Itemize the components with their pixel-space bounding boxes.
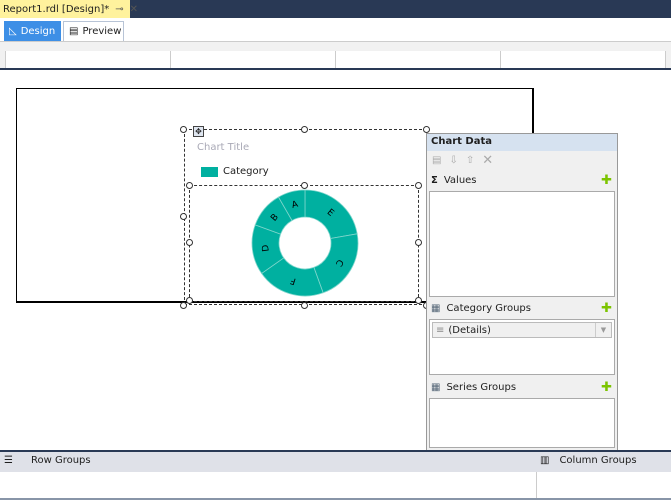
move-handle-icon[interactable]: ✥	[193, 126, 204, 137]
ruler-cell	[500, 51, 666, 68]
resize-handle[interactable]	[186, 182, 193, 189]
tab-design-label: Design	[20, 25, 56, 37]
chevron-down-icon[interactable]: ▼	[595, 323, 611, 337]
document-tab-title: Report1.rdl [Design]*	[3, 3, 110, 15]
legend-label: Category	[223, 166, 269, 177]
resize-handle[interactable]	[415, 182, 422, 189]
series-groups-label: Series Groups	[446, 381, 517, 393]
add-value-icon[interactable]: ✚	[601, 173, 612, 188]
category-group-item-label: (Details)	[448, 324, 491, 336]
ruler-cell	[5, 51, 170, 68]
properties-icon[interactable]: ▤	[432, 155, 441, 166]
values-dropzone[interactable]	[429, 191, 615, 297]
chart-title[interactable]: Chart Title	[197, 142, 249, 153]
resize-handle[interactable]	[180, 302, 187, 309]
preview-icon: ▤	[69, 26, 79, 37]
tab-design[interactable]: ◺ Design	[4, 21, 61, 41]
column-groups-header: ▥ Column Groups	[540, 455, 637, 466]
row-groups-label: Row Groups	[30, 455, 91, 466]
chart-data-title: Chart Data	[427, 134, 617, 151]
resize-handle[interactable]	[415, 239, 422, 246]
tab-preview-label: Preview	[82, 26, 122, 37]
row-groups-header: ☰ Row Groups	[4, 455, 91, 466]
ruler-toolbar	[0, 42, 671, 68]
donut-chart[interactable]: ECFDBA	[250, 188, 360, 298]
resize-handle[interactable]	[415, 297, 422, 304]
ruler-cell	[335, 51, 500, 68]
view-tabs: ◺ Design ▤ Preview	[0, 18, 671, 42]
drag-icon: ≡	[436, 324, 445, 336]
column-groups-label: Column Groups	[559, 455, 637, 466]
resize-handle[interactable]	[301, 126, 308, 133]
add-category-group-icon[interactable]: ✚	[601, 301, 612, 316]
chart-data-panel: Chart Data ▤ ⇩ ⇧ ✕ Σ Values ✚ ▦ Category…	[426, 133, 618, 451]
add-series-group-icon[interactable]: ✚	[601, 380, 612, 395]
move-down-icon[interactable]: ⇩	[449, 155, 457, 166]
values-label: Values	[443, 174, 477, 186]
tab-preview[interactable]: ▤ Preview	[63, 21, 124, 41]
resize-handle[interactable]	[180, 213, 187, 220]
resize-handle[interactable]	[301, 302, 308, 309]
column-groups-icon: ▥	[540, 455, 550, 466]
slice-label: D	[261, 244, 272, 252]
ruler-cell	[170, 51, 335, 68]
design-icon: ◺	[9, 25, 17, 37]
move-up-icon[interactable]: ⇧	[466, 155, 474, 166]
values-section: Σ Values ✚	[427, 169, 617, 191]
divider	[0, 68, 671, 70]
category-groups-list: ≡ (Details) ▼	[429, 319, 615, 375]
category-group-item[interactable]: ≡ (Details) ▼	[432, 322, 612, 338]
resize-handle[interactable]	[180, 126, 187, 133]
sigma-icon: Σ	[431, 174, 438, 186]
grouping-pane: ☰ Row Groups ▥ Column Groups	[0, 450, 671, 500]
series-groups-dropzone[interactable]	[429, 398, 615, 448]
resize-handle[interactable]	[423, 126, 430, 133]
resize-handle[interactable]	[186, 239, 193, 246]
grid-icon: ▦	[431, 302, 441, 314]
delete-icon[interactable]: ✕	[482, 153, 493, 168]
resize-handle[interactable]	[186, 297, 193, 304]
close-icon[interactable]: ✕	[130, 4, 138, 15]
category-groups-section: ▦ Category Groups ✚	[427, 297, 617, 319]
category-groups-label: Category Groups	[446, 302, 531, 314]
grid-icon: ▦	[431, 381, 441, 393]
document-tab[interactable]: Report1.rdl [Design]* ⊸ ✕	[0, 0, 138, 18]
divider	[536, 472, 537, 500]
legend-swatch	[201, 166, 218, 177]
series-groups-section: ▦ Series Groups ✚	[427, 376, 617, 398]
pin-icon[interactable]: ⊸	[115, 4, 123, 15]
row-groups-icon: ☰	[4, 455, 13, 466]
chart-legend[interactable]: Category	[201, 166, 269, 177]
panel-toolbar: ▤ ⇩ ⇧ ✕	[427, 151, 617, 169]
